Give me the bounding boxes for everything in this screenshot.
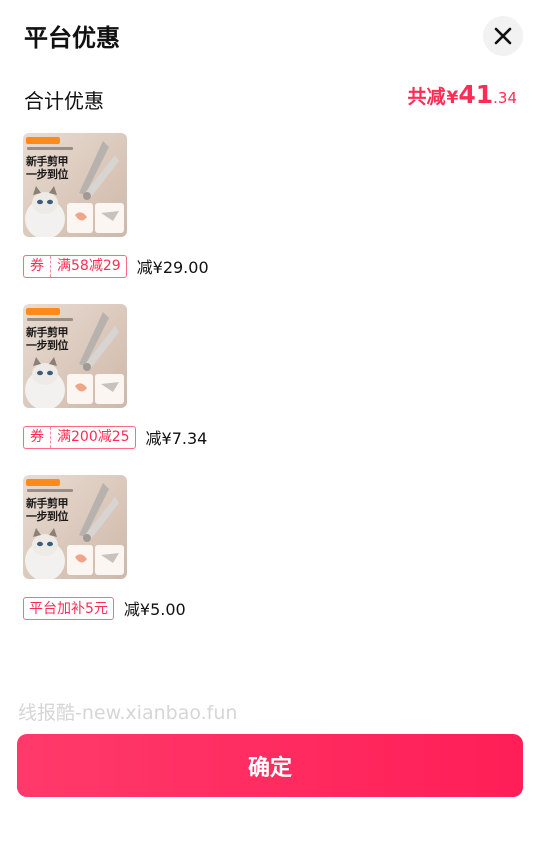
confirm-button[interactable]: 确定 bbox=[17, 734, 523, 797]
coupon-badge: 券 满58减29 bbox=[23, 254, 127, 278]
discount-sheet: 平台优惠 合计优惠 共减¥41.34 新手剪甲 一步到位 券 满58减29 减¥… bbox=[0, 0, 540, 846]
image-subtitle-bar bbox=[27, 147, 73, 150]
close-icon bbox=[494, 27, 512, 45]
discount-row: 券 满200减25 减¥7.34 bbox=[23, 424, 503, 450]
discount-amount: 减¥5.00 bbox=[123, 600, 186, 619]
image-subtitle-bar bbox=[27, 318, 73, 321]
image-headline: 新手剪甲 一步到位 bbox=[26, 497, 69, 523]
coupon-mark: 券 bbox=[24, 255, 51, 277]
summary-integer: 41 bbox=[458, 80, 494, 109]
discount-row: 平台加补5元 减¥5.00 bbox=[23, 595, 503, 621]
product-image[interactable]: 新手剪甲 一步到位 bbox=[23, 475, 127, 579]
summary-decimal: .34 bbox=[493, 89, 517, 107]
discount-item: 新手剪甲 一步到位 券 满58减29 减¥29.00 bbox=[23, 133, 503, 279]
product-image[interactable]: 新手剪甲 一步到位 bbox=[23, 133, 127, 237]
watermark-text: 线报酷-new.xianbao.fun bbox=[18, 702, 238, 724]
discount-row: 券 满58减29 减¥29.00 bbox=[23, 253, 503, 279]
discount-item: 新手剪甲 一步到位 平台加补5元 减¥5.00 bbox=[23, 475, 503, 621]
image-headline-line1: 新手剪甲 bbox=[26, 497, 69, 510]
coupon-rule: 满200减25 bbox=[57, 428, 130, 445]
image-headline-line1: 新手剪甲 bbox=[26, 326, 69, 339]
image-headline-line2: 一步到位 bbox=[26, 510, 69, 523]
product-image[interactable]: 新手剪甲 一步到位 bbox=[23, 304, 127, 408]
discount-amount: 减¥7.34 bbox=[145, 429, 208, 448]
image-headline: 新手剪甲 一步到位 bbox=[26, 155, 69, 181]
brand-tag bbox=[26, 479, 60, 486]
image-headline-line2: 一步到位 bbox=[26, 339, 69, 352]
image-headline: 新手剪甲 一步到位 bbox=[26, 326, 69, 352]
discount-item: 新手剪甲 一步到位 券 满200减25 减¥7.34 bbox=[23, 304, 503, 450]
discount-amount: 减¥29.00 bbox=[136, 258, 209, 277]
coupon-badge: 券 满200减25 bbox=[23, 425, 136, 449]
close-button[interactable] bbox=[483, 16, 523, 56]
summary-prefix: 共减 bbox=[407, 86, 446, 108]
sheet-title: 平台优惠 bbox=[24, 24, 120, 52]
brand-tag bbox=[26, 137, 60, 144]
brand-tag bbox=[26, 308, 60, 315]
summary-currency: ¥ bbox=[446, 88, 459, 108]
summary-label: 合计优惠 bbox=[24, 89, 104, 113]
coupon-rule: 满58减29 bbox=[57, 257, 121, 274]
platform-subsidy-badge: 平台加补5元 bbox=[23, 596, 114, 620]
image-subtitle-bar bbox=[27, 489, 73, 492]
image-headline-line1: 新手剪甲 bbox=[26, 155, 69, 168]
coupon-mark: 券 bbox=[24, 426, 51, 448]
summary-total: 共减¥41.34 bbox=[407, 80, 517, 109]
image-headline-line2: 一步到位 bbox=[26, 168, 69, 181]
